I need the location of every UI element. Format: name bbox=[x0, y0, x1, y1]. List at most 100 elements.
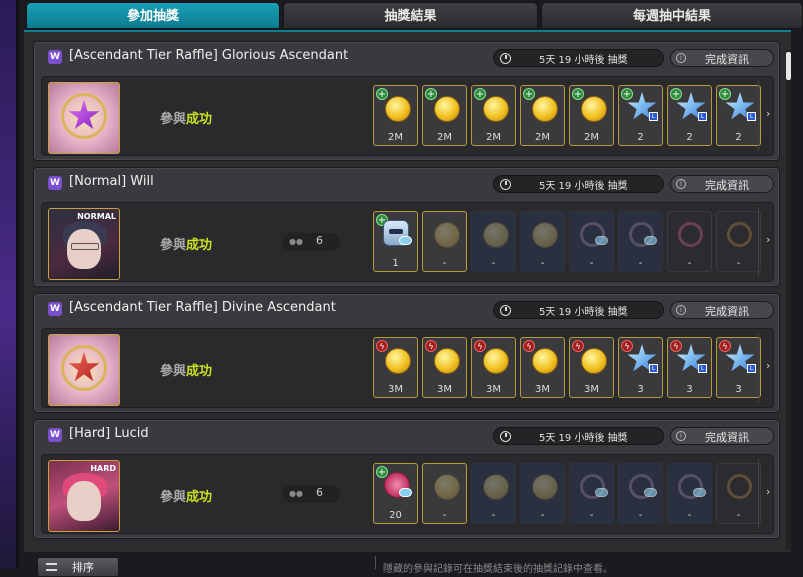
scrollbar-thumb[interactable] bbox=[786, 52, 791, 80]
tab-participate[interactable]: 參加抽獎 bbox=[26, 2, 280, 29]
completion-info-button[interactable]: i 完成資訊 bbox=[670, 49, 774, 67]
cloud-icon bbox=[644, 236, 657, 245]
slots-divider bbox=[758, 81, 759, 151]
reward-slot[interactable]: - bbox=[422, 211, 467, 272]
reward-quantity: 2M bbox=[388, 132, 403, 143]
completion-info-label: 完成資訊 bbox=[705, 53, 749, 66]
reward-slot[interactable]: +2M bbox=[422, 85, 467, 146]
draw-timer-text: 5天 19 小時後 抽獎 bbox=[539, 181, 628, 192]
gold-coin-icon bbox=[434, 348, 460, 374]
left-side-glow bbox=[0, 0, 19, 569]
star-tag-icon: L bbox=[649, 112, 658, 121]
reward-slot[interactable]: +1 bbox=[373, 211, 418, 272]
reward-quantity: 3 bbox=[735, 384, 742, 395]
weekly-badge-icon: W bbox=[48, 176, 62, 190]
info-icon: i bbox=[676, 179, 686, 189]
reward-slot[interactable]: ϟ 3M bbox=[569, 337, 614, 398]
draw-timer: 5天 19 小時後 抽獎 bbox=[493, 301, 664, 319]
reward-slot[interactable]: - bbox=[422, 463, 467, 524]
reward-slot[interactable]: - bbox=[667, 463, 712, 524]
reward-quantity: 2M bbox=[486, 132, 501, 143]
reward-slot[interactable]: - bbox=[618, 211, 663, 272]
tab-weekly-results[interactable]: 每週抽中結果 bbox=[541, 2, 803, 29]
reward-slot[interactable]: + L 2 bbox=[618, 85, 663, 146]
reward-slot[interactable]: ϟ L 3 bbox=[667, 337, 712, 398]
reward-slot[interactable]: +2M bbox=[373, 85, 418, 146]
raffle-body: NORMAL 參與成功 ●● 6 +1 - - - - - - - › bbox=[41, 202, 774, 282]
bolt-badge-icon: ϟ bbox=[719, 340, 731, 352]
bolt-badge-icon: ϟ bbox=[572, 340, 584, 352]
reward-quantity: - bbox=[687, 510, 692, 521]
weekly-badge-icon: W bbox=[48, 50, 62, 64]
reward-quantity: 3M bbox=[437, 384, 452, 395]
raffle-card: W [Ascendant Tier Raffle] Divine Ascendan… bbox=[33, 293, 780, 413]
participation-prefix: 參與 bbox=[160, 112, 187, 127]
tab-results[interactable]: 抽獎結果 bbox=[283, 2, 538, 29]
chevron-right-icon[interactable]: › bbox=[766, 233, 770, 246]
reward-slot[interactable]: - bbox=[716, 211, 761, 272]
reward-quantity: - bbox=[442, 258, 447, 269]
bolt-badge-icon: ϟ bbox=[425, 340, 437, 352]
star-tag-icon: L bbox=[698, 364, 707, 373]
raffle-title: [Normal] Will bbox=[69, 174, 154, 189]
plus-badge-icon: + bbox=[376, 88, 388, 100]
reward-slot[interactable]: - bbox=[716, 463, 761, 524]
reward-slot[interactable]: + L 2 bbox=[716, 85, 761, 146]
completion-info-button[interactable]: i 完成資訊 bbox=[670, 301, 774, 319]
gold-coin-icon bbox=[483, 348, 509, 374]
chevron-right-icon[interactable]: › bbox=[766, 359, 770, 372]
completion-info-label: 完成資訊 bbox=[705, 305, 749, 318]
info-icon: i bbox=[676, 431, 686, 441]
slots-divider bbox=[758, 333, 759, 403]
reward-slot[interactable]: - bbox=[569, 211, 614, 272]
reward-quantity: - bbox=[736, 510, 741, 521]
reward-slot[interactable]: - bbox=[471, 211, 516, 272]
info-icon: i bbox=[676, 305, 686, 315]
reward-quantity: 3M bbox=[388, 384, 403, 395]
party-members: ●● 6 bbox=[282, 485, 340, 503]
completion-info-button[interactable]: i 完成資訊 bbox=[670, 427, 774, 445]
reward-slot[interactable]: ϟ 3M bbox=[373, 337, 418, 398]
draw-timer: 5天 19 小時後 抽獎 bbox=[493, 427, 664, 445]
completion-info-label: 完成資訊 bbox=[705, 179, 749, 192]
reward-slot[interactable]: +2M bbox=[569, 85, 614, 146]
gold-coin-icon bbox=[434, 474, 460, 500]
difficulty-tag: HARD bbox=[90, 464, 116, 473]
plus-badge-icon: + bbox=[474, 88, 486, 100]
reward-slot[interactable]: - bbox=[520, 211, 565, 272]
completion-info-button[interactable]: i 完成資訊 bbox=[670, 175, 774, 193]
reward-slot[interactable]: +20 bbox=[373, 463, 418, 524]
scrollbar-track[interactable] bbox=[786, 50, 791, 550]
reward-quantity: 20 bbox=[389, 510, 402, 521]
chevron-right-icon[interactable]: › bbox=[766, 107, 770, 120]
clock-icon bbox=[500, 53, 511, 64]
reward-slot[interactable]: - bbox=[569, 463, 614, 524]
reward-slot[interactable]: +2M bbox=[520, 85, 565, 146]
chevron-right-icon[interactable]: › bbox=[766, 485, 770, 498]
reward-slot[interactable]: - bbox=[520, 463, 565, 524]
ascendant-emblem bbox=[48, 82, 120, 154]
reward-slot[interactable]: ϟ 3M bbox=[471, 337, 516, 398]
raffle-body: HARD 參與成功 ●● 6 +20 - - - - - - - › bbox=[41, 454, 774, 534]
reward-slot[interactable]: ϟ 3M bbox=[520, 337, 565, 398]
reward-quantity: - bbox=[540, 258, 545, 269]
reward-quantity: 2M bbox=[535, 132, 550, 143]
reward-slot[interactable]: ϟ 3M bbox=[422, 337, 467, 398]
reward-quantity: 2M bbox=[437, 132, 452, 143]
reward-slot[interactable]: - bbox=[471, 463, 516, 524]
cloud-icon bbox=[399, 236, 412, 245]
reward-slot[interactable]: - bbox=[667, 211, 712, 272]
reward-slot[interactable]: ϟ L 3 bbox=[618, 337, 663, 398]
reward-slot[interactable]: - bbox=[618, 463, 663, 524]
raffle-body: 參與成功 +2M +2M +2M +2M +2M + L 2 + L 2 + L 2 › bbox=[41, 76, 774, 156]
bolt-badge-icon: ϟ bbox=[376, 340, 388, 352]
people-icon: ●● bbox=[289, 489, 303, 498]
reward-slot[interactable]: +2M bbox=[471, 85, 516, 146]
participation-success: 成功 bbox=[186, 364, 213, 379]
reward-slot[interactable]: ϟ L 3 bbox=[716, 337, 761, 398]
reward-slot[interactable]: + L 2 bbox=[667, 85, 712, 146]
draw-timer-text: 5天 19 小時後 抽獎 bbox=[539, 55, 628, 66]
star-tag-icon: L bbox=[649, 364, 658, 373]
participation-status: 參與成功 bbox=[160, 234, 212, 253]
sort-button[interactable]: 排序 bbox=[37, 557, 119, 577]
